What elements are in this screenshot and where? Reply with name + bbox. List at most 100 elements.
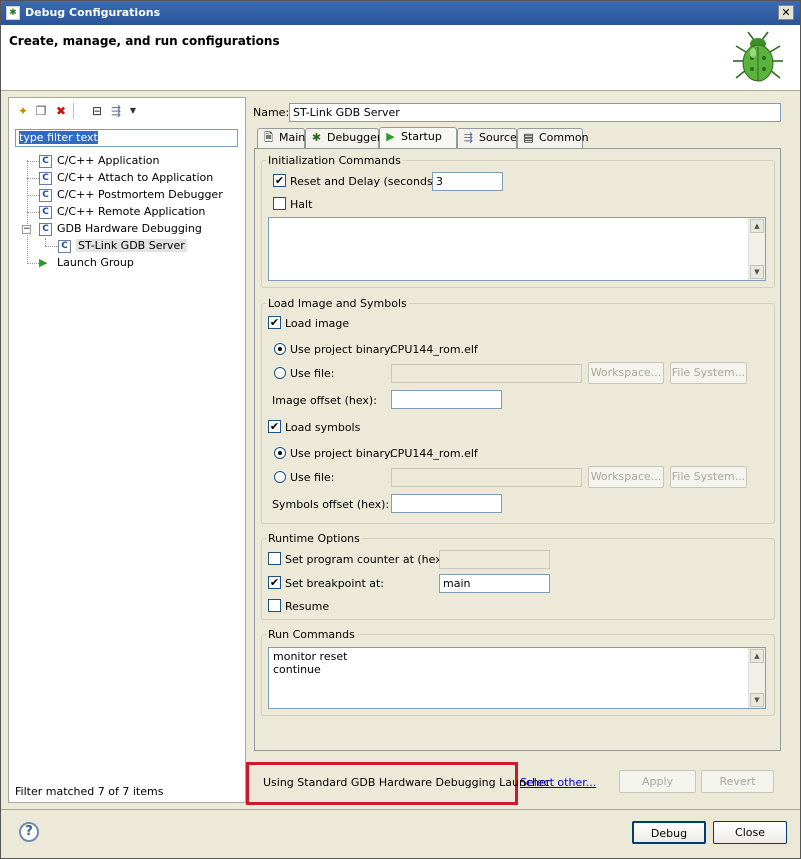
load-image-label: Load image bbox=[285, 317, 350, 330]
tab-common[interactable]: ▤ Common bbox=[517, 128, 589, 148]
halt-label: Halt bbox=[290, 198, 313, 211]
tree-item-cpp-application[interactable]: C C/C++ Application bbox=[39, 153, 159, 169]
tree-line bbox=[27, 178, 39, 179]
symbols-file-input[interactable] bbox=[391, 468, 582, 487]
set-breakpoint-checkbox[interactable]: ✔ bbox=[268, 576, 281, 589]
resume-checkbox[interactable] bbox=[268, 599, 281, 612]
symbols-use-project-binary-radio[interactable] bbox=[274, 447, 286, 459]
run-commands-textarea[interactable]: monitor reset continue ▲ ▼ bbox=[268, 647, 766, 709]
tree-item-label: C/C++ Postmortem Debugger bbox=[57, 188, 223, 201]
run-command-line: monitor reset bbox=[273, 650, 348, 663]
header-title: Create, manage, and run configurations bbox=[9, 34, 280, 48]
tree-line bbox=[45, 238, 46, 246]
tree-item-label: C/C++ Attach to Application bbox=[57, 171, 214, 184]
set-program-counter-label: Set program counter at (hex): bbox=[285, 553, 450, 566]
image-use-file-radio[interactable] bbox=[274, 367, 286, 379]
c-config-icon: C bbox=[39, 154, 52, 168]
duplicate-icon[interactable]: ❐ bbox=[33, 103, 49, 119]
symbols-file-system-button[interactable]: File System... bbox=[670, 466, 747, 488]
collapse-toggle-icon[interactable]: − bbox=[22, 225, 31, 234]
collapse-all-icon[interactable]: ⊟ bbox=[89, 103, 105, 119]
tree-item-label: ST-Link GDB Server bbox=[76, 239, 187, 252]
tree-item-label: C/C++ Application bbox=[57, 154, 160, 167]
run-commands-scrollbar[interactable]: ▲ ▼ bbox=[748, 648, 765, 708]
window-title: Debug Configurations bbox=[25, 6, 161, 19]
symbols-workspace-button[interactable]: Workspace... bbox=[588, 466, 664, 488]
name-label: Name: bbox=[253, 106, 290, 119]
close-window-button[interactable]: ✕ bbox=[778, 5, 794, 20]
launch-group-icon: ▶ bbox=[39, 256, 48, 269]
scroll-down-icon[interactable]: ▼ bbox=[750, 265, 764, 279]
tab-label: Debugger bbox=[327, 131, 382, 144]
tree-item-launch-group[interactable]: ▶ Launch Group bbox=[39, 255, 134, 271]
symbols-offset-input[interactable] bbox=[391, 494, 502, 513]
symbols-use-file-radio[interactable] bbox=[274, 471, 286, 483]
tree-item-cpp-attach[interactable]: C C/C++ Attach to Application bbox=[39, 170, 213, 186]
image-offset-input[interactable] bbox=[391, 390, 502, 409]
filter-status: Filter matched 7 of 7 items bbox=[15, 785, 164, 798]
name-field[interactable]: ST-Link GDB Server bbox=[289, 103, 781, 122]
scroll-down-icon[interactable]: ▼ bbox=[750, 693, 764, 707]
startup-tab-icon: ▶ bbox=[386, 130, 395, 143]
load-image-checkbox[interactable]: ✔ bbox=[268, 316, 281, 329]
common-tab-icon: ▤ bbox=[523, 131, 534, 144]
main-tab-icon: 🗎 bbox=[264, 131, 273, 144]
load-symbols-checkbox[interactable]: ✔ bbox=[268, 420, 281, 433]
tree-item-label: GDB Hardware Debugging bbox=[57, 222, 202, 235]
reset-delay-input[interactable]: 3 bbox=[432, 172, 503, 191]
image-file-system-button[interactable]: File System... bbox=[670, 362, 747, 384]
new-configuration-icon[interactable]: ✦ bbox=[15, 103, 31, 119]
tab-main[interactable]: 🗎 Main bbox=[257, 128, 305, 148]
tree-line bbox=[45, 246, 57, 247]
reset-delay-checkbox[interactable]: ✔ bbox=[273, 174, 286, 187]
program-counter-input[interactable] bbox=[439, 550, 550, 569]
group-title: Runtime Options bbox=[266, 532, 362, 545]
filter-icon[interactable]: ⇶ bbox=[108, 103, 124, 119]
title-bar: ✱ Debug Configurations ✕ bbox=[1, 1, 800, 25]
tree-item-st-link-gdb-server[interactable]: C ST-Link GDB Server bbox=[58, 238, 187, 254]
help-icon[interactable]: ? bbox=[19, 822, 39, 842]
footer-separator bbox=[1, 809, 800, 810]
tree-item-cpp-postmortem[interactable]: C C/C++ Postmortem Debugger bbox=[39, 187, 223, 203]
init-commands-textarea[interactable]: ▲ ▼ bbox=[268, 217, 766, 281]
run-command-line: continue bbox=[273, 663, 321, 676]
group-title: Load Image and Symbols bbox=[266, 297, 409, 310]
bug-app-icon: ✱ bbox=[6, 6, 20, 20]
select-other-link[interactable]: Select other... bbox=[520, 776, 596, 789]
tree-item-gdb-hardware[interactable]: C GDB Hardware Debugging bbox=[39, 221, 202, 237]
tree-item-label: C/C++ Remote Application bbox=[57, 205, 206, 218]
resume-label: Resume bbox=[285, 600, 330, 613]
delete-icon[interactable]: ✖ bbox=[53, 103, 69, 119]
filter-input[interactable]: type filter text bbox=[15, 129, 238, 147]
use-file-label: Use file: bbox=[290, 471, 335, 484]
image-workspace-button[interactable]: Workspace... bbox=[588, 362, 664, 384]
close-button[interactable]: Close bbox=[713, 821, 787, 844]
debug-button[interactable]: Debug bbox=[632, 821, 706, 844]
image-use-project-binary-radio[interactable] bbox=[274, 343, 286, 355]
tree-line bbox=[27, 195, 39, 196]
c-config-icon: C bbox=[58, 239, 71, 253]
tab-label: Source bbox=[479, 131, 517, 144]
tree-item-cpp-remote[interactable]: C C/C++ Remote Application bbox=[39, 204, 205, 220]
revert-button[interactable]: Revert bbox=[701, 770, 774, 793]
tab-startup[interactable]: ▶ Startup bbox=[379, 127, 457, 149]
group-title: Initialization Commands bbox=[266, 154, 403, 167]
set-program-counter-checkbox[interactable] bbox=[268, 552, 281, 565]
tree-line bbox=[27, 212, 39, 213]
toolbar-separator bbox=[73, 103, 74, 119]
halt-checkbox[interactable] bbox=[273, 197, 286, 210]
init-commands-scrollbar[interactable]: ▲ ▼ bbox=[748, 218, 765, 280]
debug-bug-icon bbox=[733, 31, 783, 82]
tab-label: Common bbox=[539, 131, 589, 144]
breakpoint-input[interactable]: main bbox=[439, 574, 550, 593]
c-config-icon: C bbox=[39, 171, 52, 185]
tab-debugger[interactable]: ✱ Debugger bbox=[305, 128, 382, 148]
image-binary-value: CPU144_rom.elf bbox=[390, 343, 478, 356]
apply-button[interactable]: Apply bbox=[619, 770, 696, 793]
scroll-up-icon[interactable]: ▲ bbox=[750, 649, 764, 663]
view-menu-dropdown-icon[interactable]: ▼ bbox=[125, 103, 141, 119]
scroll-up-icon[interactable]: ▲ bbox=[750, 219, 764, 233]
tab-source[interactable]: ⇶ Source bbox=[457, 128, 517, 148]
load-symbols-label: Load symbols bbox=[285, 421, 361, 434]
image-file-input[interactable] bbox=[391, 364, 582, 383]
